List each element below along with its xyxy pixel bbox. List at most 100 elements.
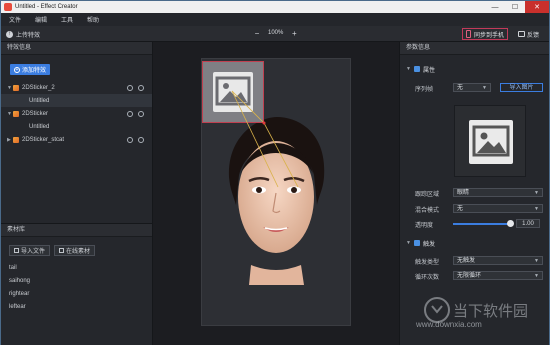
app-window: Untitled - Effect Creator — ☐ ✕ 文件 编辑 工具… bbox=[0, 0, 550, 345]
feedback-icon bbox=[518, 31, 525, 37]
eye-icon[interactable] bbox=[138, 84, 144, 91]
chevron-down-icon: ▼ bbox=[406, 240, 411, 246]
tree-item-untitled-2[interactable]: Untitled bbox=[1, 120, 152, 133]
loop-select-value: 无限循环 bbox=[457, 273, 482, 279]
import-icon bbox=[14, 248, 19, 253]
hand-icon bbox=[413, 240, 420, 246]
preview-area bbox=[153, 42, 399, 345]
list-item[interactable]: leftear bbox=[9, 301, 30, 314]
tree-item-2dsticker-stcat[interactable]: ▶ 2DSticker_stcat bbox=[1, 133, 152, 146]
settings-icon[interactable] bbox=[127, 84, 133, 91]
minimize-button[interactable]: — bbox=[485, 1, 505, 13]
menu-edit[interactable]: 编辑 bbox=[35, 15, 47, 24]
tree-item-label: Untitled bbox=[29, 123, 50, 130]
eye-icon[interactable] bbox=[138, 136, 144, 143]
sticker-icon bbox=[13, 136, 19, 143]
phone-icon bbox=[466, 30, 471, 38]
menu-tools[interactable]: 工具 bbox=[61, 15, 73, 24]
eye-icon[interactable] bbox=[138, 110, 144, 117]
list-item[interactable]: saihong bbox=[9, 275, 30, 288]
import-file-button[interactable]: 导入文件 bbox=[9, 245, 51, 256]
add-effect-button[interactable]: + 添加特效 bbox=[10, 64, 51, 75]
follow-select[interactable]: 眼睛 ▼ bbox=[453, 188, 543, 197]
image-icon bbox=[469, 120, 513, 164]
zoom-control: − 100% + bbox=[253, 29, 298, 38]
chevron-down-icon: ▼ bbox=[534, 273, 539, 279]
tree-item-label: Untitled bbox=[29, 97, 50, 104]
parameters-header: 参数信息 bbox=[400, 42, 549, 55]
effects-header: 特效信息 bbox=[1, 42, 152, 55]
tree-item-2dsticker-2[interactable]: ▼ 2DSticker_2 bbox=[1, 81, 152, 94]
settings-icon[interactable] bbox=[127, 110, 133, 117]
opacity-label: 透明度 bbox=[415, 223, 434, 229]
chevron-down-icon: ▼ bbox=[534, 190, 539, 196]
zoom-level: 100% bbox=[268, 30, 284, 36]
tree-item-label: 2DSticker_2 bbox=[22, 84, 55, 91]
tracking-lines bbox=[231, 90, 299, 188]
online-material-button[interactable]: 在线素材 bbox=[54, 245, 96, 256]
material-list: tail saihong rightear leftear bbox=[9, 262, 30, 314]
seq-select-value: 无 bbox=[457, 85, 464, 91]
import-image-button[interactable]: 导入图片 bbox=[500, 83, 543, 92]
menu-help[interactable]: 帮助 bbox=[87, 15, 99, 24]
loop-select[interactable]: 无限循环 ▼ bbox=[453, 271, 543, 280]
trigger-type-select[interactable]: 无触发 ▼ bbox=[453, 256, 543, 265]
chevron-down-icon: ▼ bbox=[534, 206, 539, 212]
seq-select[interactable]: 无 ▼ bbox=[453, 83, 491, 92]
import-file-label: 导入文件 bbox=[21, 249, 46, 255]
tree-item-untitled-1[interactable]: Untitled bbox=[1, 94, 152, 107]
tree-item-label: 2DSticker bbox=[22, 110, 49, 117]
menu-file[interactable]: 文件 bbox=[9, 15, 21, 24]
chevron-down-icon: ▼ bbox=[406, 66, 411, 72]
left-panel: 特效信息 + 添加特效 ▼ 2DSticker_2 Untitled ▼ 2DS… bbox=[1, 42, 153, 345]
attributes-group-header[interactable]: ▼ 属性 bbox=[400, 63, 549, 75]
menu-bar: 文件 编辑 工具 帮助 bbox=[1, 13, 549, 26]
follow-select-value: 眼睛 bbox=[457, 190, 470, 196]
trigger-type-label: 触发类型 bbox=[415, 260, 440, 266]
blend-label: 混合模式 bbox=[415, 208, 440, 214]
toolbar: ↑ 上传特效 − 100% + 同步到手机 反馈 bbox=[1, 26, 549, 42]
list-item[interactable]: tail bbox=[9, 262, 30, 275]
svg-text:当下软件园: 当下软件园 bbox=[453, 302, 528, 320]
gear-icon bbox=[413, 66, 420, 72]
upload-effect-button[interactable]: ↑ 上传特效 bbox=[6, 28, 40, 40]
sync-label: 同步到手机 bbox=[474, 32, 505, 39]
loop-label: 循环次数 bbox=[415, 275, 440, 281]
title-bar: Untitled - Effect Creator — ☐ ✕ bbox=[1, 1, 549, 13]
watermark-url: www.downxia.com bbox=[416, 320, 482, 329]
zoom-out-button[interactable]: − bbox=[253, 29, 261, 38]
phone-canvas[interactable] bbox=[201, 58, 351, 326]
trigger-group-header[interactable]: ▼ 触发 bbox=[400, 237, 435, 249]
trigger-group-label: 触发 bbox=[422, 241, 435, 248]
list-item[interactable]: rightear bbox=[9, 288, 30, 301]
zoom-in-button[interactable]: + bbox=[290, 29, 298, 38]
sticker-icon bbox=[13, 84, 19, 91]
close-button[interactable]: ✕ bbox=[525, 1, 549, 13]
chevron-down-icon: ▼ bbox=[482, 85, 487, 91]
trigger-type-value: 无触发 bbox=[457, 258, 476, 264]
follow-label: 跟踪区域 bbox=[415, 192, 440, 198]
feedback-label: 反馈 bbox=[527, 32, 540, 39]
image-preview bbox=[454, 105, 526, 177]
tree-item-label: 2DSticker_stcat bbox=[22, 136, 65, 143]
material-library: 素材库 导入文件 在线素材 tail saihong rightear left… bbox=[1, 223, 152, 345]
maximize-button[interactable]: ☐ bbox=[505, 1, 525, 13]
attributes-group-label: 属性 bbox=[422, 67, 435, 74]
settings-icon[interactable] bbox=[127, 136, 133, 143]
opacity-slider-track[interactable] bbox=[453, 223, 509, 225]
app-icon bbox=[4, 3, 12, 11]
window-title: Untitled - Effect Creator bbox=[15, 4, 78, 10]
upload-label: 上传特效 bbox=[16, 32, 41, 39]
blend-select-value: 无 bbox=[457, 206, 464, 212]
plus-icon: + bbox=[14, 66, 20, 73]
tree-item-2dsticker[interactable]: ▼ 2DSticker bbox=[1, 107, 152, 120]
opacity-value[interactable]: 1.00 bbox=[516, 219, 540, 228]
online-material-label: 在线素材 bbox=[66, 249, 91, 255]
sync-to-phone-button[interactable]: 同步到手机 bbox=[462, 28, 509, 40]
materials-header: 素材库 bbox=[1, 224, 152, 237]
opacity-slider-handle[interactable] bbox=[507, 220, 514, 227]
blend-select[interactable]: 无 ▼ bbox=[453, 204, 543, 213]
effect-tree: ▼ 2DSticker_2 Untitled ▼ 2DSticker Untit… bbox=[1, 81, 152, 146]
feedback-button[interactable]: 反馈 bbox=[518, 28, 539, 40]
add-effect-label: 添加特效 bbox=[22, 68, 47, 74]
